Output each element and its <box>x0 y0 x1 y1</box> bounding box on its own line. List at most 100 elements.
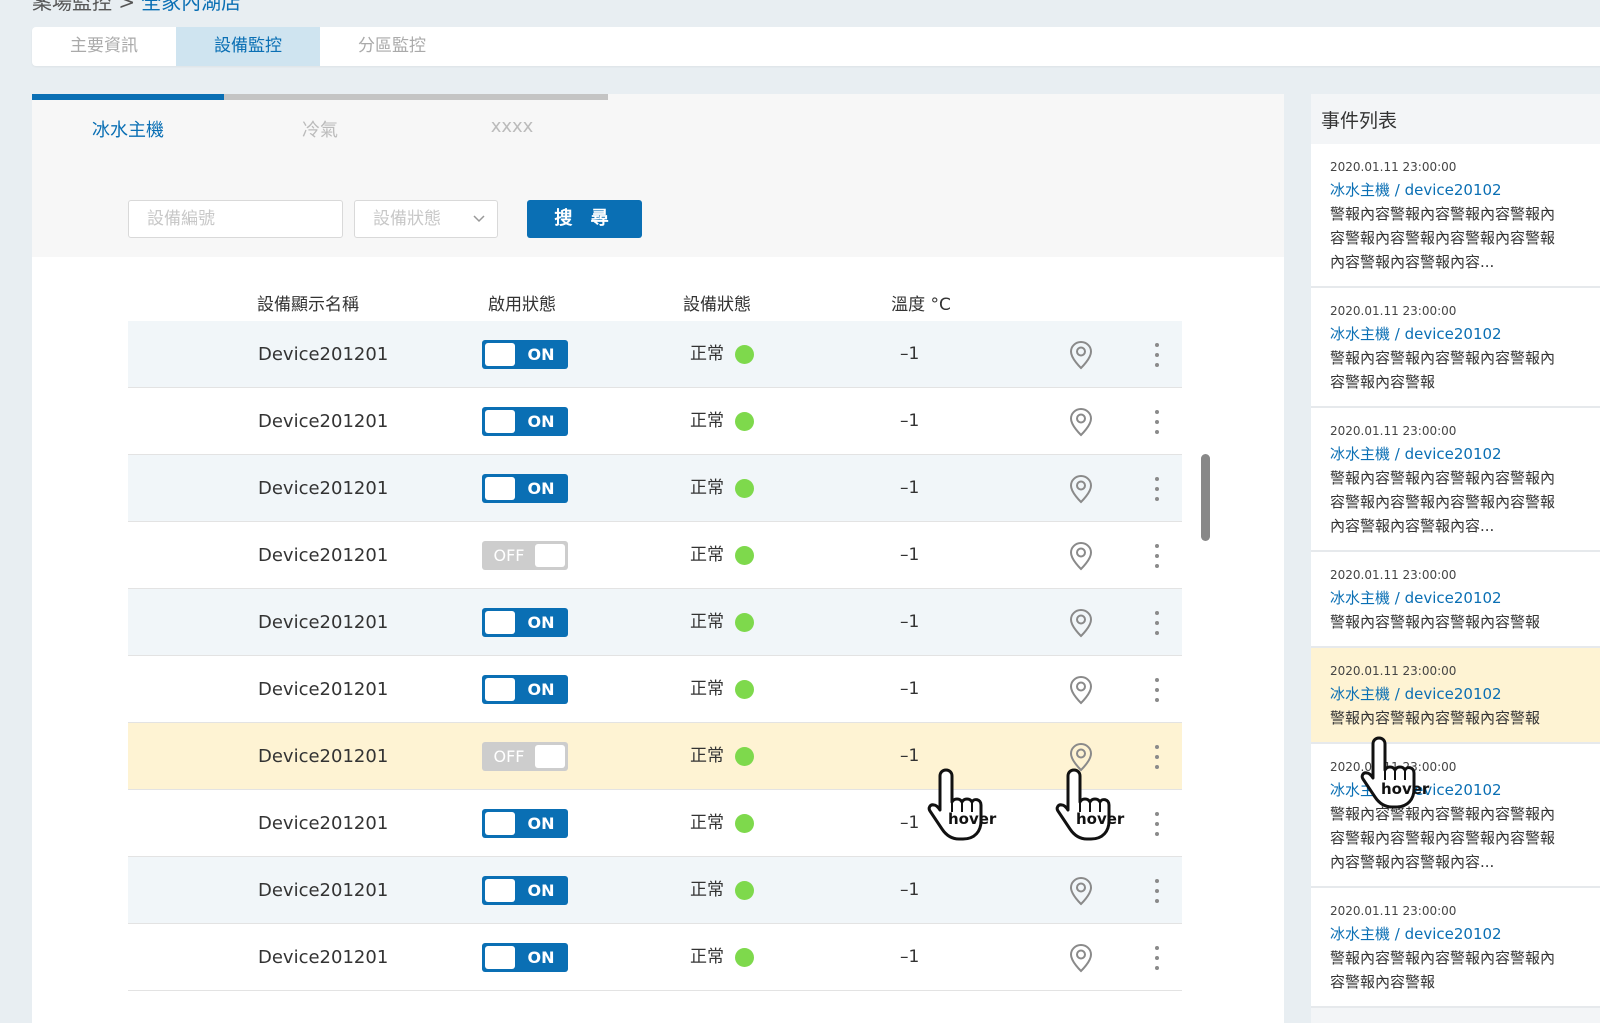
more-options-icon[interactable] <box>1146 540 1168 572</box>
more-options-icon[interactable] <box>1146 674 1168 706</box>
event-item[interactable]: 2020.01.11 23:00:00 冰水主機 / device20102 警報內… <box>1311 744 1600 888</box>
enable-toggle[interactable]: ON <box>482 675 568 704</box>
breadcrumb: 案場監控 > 全家內湖店 <box>32 0 241 15</box>
toggle-knob <box>535 745 565 768</box>
location-pin-icon[interactable] <box>1069 407 1093 437</box>
header-temperature: 溫度 °C <box>891 295 951 315</box>
event-title[interactable]: 冰水主機 / device20102 <box>1330 178 1592 202</box>
location-pin-icon[interactable] <box>1069 541 1093 571</box>
table-row[interactable]: Device201201 OFF 正常 –1 <box>128 723 1182 790</box>
main-tabs: 主要資訊 設備監控 分區監控 <box>32 27 1600 66</box>
more-options-icon[interactable] <box>1146 741 1168 773</box>
enable-toggle[interactable]: ON <box>482 943 568 972</box>
status-ok-dot <box>735 680 754 699</box>
temperature: –1 <box>900 746 920 766</box>
sub-tab-xxxx[interactable]: xxxx <box>416 116 608 137</box>
event-body-line: 內容警報內容警報內容... <box>1330 853 1495 871</box>
event-body-line: 容警報內容警報內容警報內容警報 <box>1330 829 1556 847</box>
enable-toggle[interactable]: OFF <box>482 742 568 771</box>
device-status: 正常 <box>690 344 724 364</box>
more-options-icon[interactable] <box>1146 942 1168 974</box>
table-row[interactable]: Device201201 ON 正常 –1 <box>128 656 1182 723</box>
event-item[interactable]: 2020.01.11 23:00:00 冰水主機 / device20102 警報內… <box>1311 648 1600 744</box>
table-row[interactable]: Device201201 OFF 正常 –1 <box>128 522 1182 589</box>
location-pin-icon[interactable] <box>1069 608 1093 638</box>
table-row[interactable]: Device201201 ON 正常 –1 <box>128 589 1182 656</box>
enable-toggle[interactable]: ON <box>482 608 568 637</box>
device-name: Device201201 <box>258 679 389 700</box>
table-row[interactable]: Device201201 ON 正常 –1 <box>128 455 1182 522</box>
enable-toggle[interactable]: ON <box>482 474 568 503</box>
enable-toggle[interactable]: ON <box>482 809 568 838</box>
event-time: 2020.01.11 23:00:00 <box>1330 160 1457 174</box>
event-body-line: 容警報內容警報內容警報內容警報 <box>1330 493 1556 511</box>
event-item[interactable]: 2020.01.11 23:00:00 冰水主機 / device20102 警報內… <box>1311 888 1600 1008</box>
status-ok-dot <box>735 546 754 565</box>
event-title[interactable]: 冰水主機 / device20102 <box>1330 682 1592 706</box>
temperature: –1 <box>900 612 920 632</box>
toggle-knob <box>485 879 515 902</box>
location-pin-icon[interactable] <box>1069 943 1093 973</box>
more-options-icon[interactable] <box>1146 473 1168 505</box>
device-status: 正常 <box>690 947 724 967</box>
enable-toggle[interactable]: ON <box>482 340 568 369</box>
table-scrollbar[interactable] <box>1201 454 1210 541</box>
more-options-icon[interactable] <box>1146 607 1168 639</box>
event-body: 警報內容警報內容警報內容警報內 容警報內容警報 <box>1330 946 1592 994</box>
location-pin-icon[interactable] <box>1069 809 1093 839</box>
event-item[interactable]: 2020.01.11 23:00:00 冰水主機 / device20102 警報內… <box>1311 552 1600 648</box>
event-title[interactable]: 冰水主機 / device20102 <box>1330 586 1592 610</box>
event-title[interactable]: 冰水主機 / device20102 <box>1330 322 1592 346</box>
more-options-icon[interactable] <box>1146 808 1168 840</box>
more-options-icon[interactable] <box>1146 339 1168 371</box>
panel-header: 冰水主機 冷氣 xxxx 設備狀態 搜 尋 <box>32 94 1284 257</box>
location-pin-icon[interactable] <box>1069 876 1093 906</box>
location-pin-icon[interactable] <box>1069 340 1093 370</box>
event-time: 2020.01.11 23:00:00 <box>1330 904 1457 918</box>
table-row[interactable]: Device201201 ON 正常 –1 <box>128 924 1182 991</box>
temperature: –1 <box>900 947 920 967</box>
table-row[interactable]: Device201201 ON 正常 –1 <box>128 790 1182 857</box>
table-row[interactable]: Device201201 ON 正常 –1 <box>128 388 1182 455</box>
table-row[interactable]: Device201201 ON 正常 –1 <box>128 857 1182 924</box>
event-title[interactable]: 冰水主機 / device20102 <box>1330 778 1592 802</box>
event-item[interactable]: 2020.01.11 23:00:00 冰水主機 / device20102 警報內… <box>1311 408 1600 552</box>
toggle-knob <box>485 611 515 634</box>
location-pin-icon[interactable] <box>1069 675 1093 705</box>
tab-main-info[interactable]: 主要資訊 <box>32 27 176 66</box>
tab-device-monitor[interactable]: 設備監控 <box>176 27 320 66</box>
event-body-line: 警報內容警報內容警報內容警報內 <box>1330 949 1556 967</box>
event-title[interactable]: 冰水主機 / device20102 <box>1330 922 1592 946</box>
device-status: 正常 <box>690 880 724 900</box>
tab-zone-monitor[interactable]: 分區監控 <box>320 27 464 66</box>
event-body: 警報內容警報內容警報內容警報內 容警報內容警報內容警報內容警報 內容警報內容警報內容… <box>1330 466 1592 538</box>
toggle-label: ON <box>527 814 555 833</box>
sub-tab-chiller[interactable]: 冰水主機 <box>32 116 224 142</box>
location-pin-icon[interactable] <box>1069 742 1093 772</box>
enable-toggle[interactable]: ON <box>482 876 568 905</box>
status-ok-dot <box>735 345 754 364</box>
toggle-knob <box>485 946 515 969</box>
event-body: 警報內容警報內容警報內容警報 <box>1330 706 1592 730</box>
location-pin-icon[interactable] <box>1069 474 1093 504</box>
sub-tab-aircon[interactable]: 冷氣 <box>224 116 416 142</box>
status-ok-dot <box>735 747 754 766</box>
event-time: 2020.01.11 23:00:00 <box>1330 760 1457 774</box>
enable-toggle[interactable]: OFF <box>482 541 568 570</box>
event-title[interactable]: 冰水主機 / device20102 <box>1330 442 1592 466</box>
table-row[interactable]: Device201201 ON 正常 –1 <box>128 321 1182 388</box>
event-item[interactable]: 2020.01.11 23:00:00 冰水主機 / device20102 警報內… <box>1311 144 1600 288</box>
device-status-select[interactable]: 設備狀態 <box>354 200 498 238</box>
event-item[interactable]: 2020.01.11 23:00:00 冰水主機 / device20102 警報內… <box>1311 288 1600 408</box>
toggle-knob <box>485 678 515 701</box>
device-status: 正常 <box>690 411 724 431</box>
device-status: 正常 <box>690 478 724 498</box>
breadcrumb-parent[interactable]: 案場監控 > <box>32 0 135 14</box>
search-button[interactable]: 搜 尋 <box>527 200 642 238</box>
enable-toggle[interactable]: ON <box>482 407 568 436</box>
more-options-icon[interactable] <box>1146 875 1168 907</box>
toggle-knob <box>485 343 515 366</box>
more-options-icon[interactable] <box>1146 406 1168 438</box>
device-id-input[interactable] <box>128 200 343 238</box>
toggle-label: ON <box>527 345 555 364</box>
